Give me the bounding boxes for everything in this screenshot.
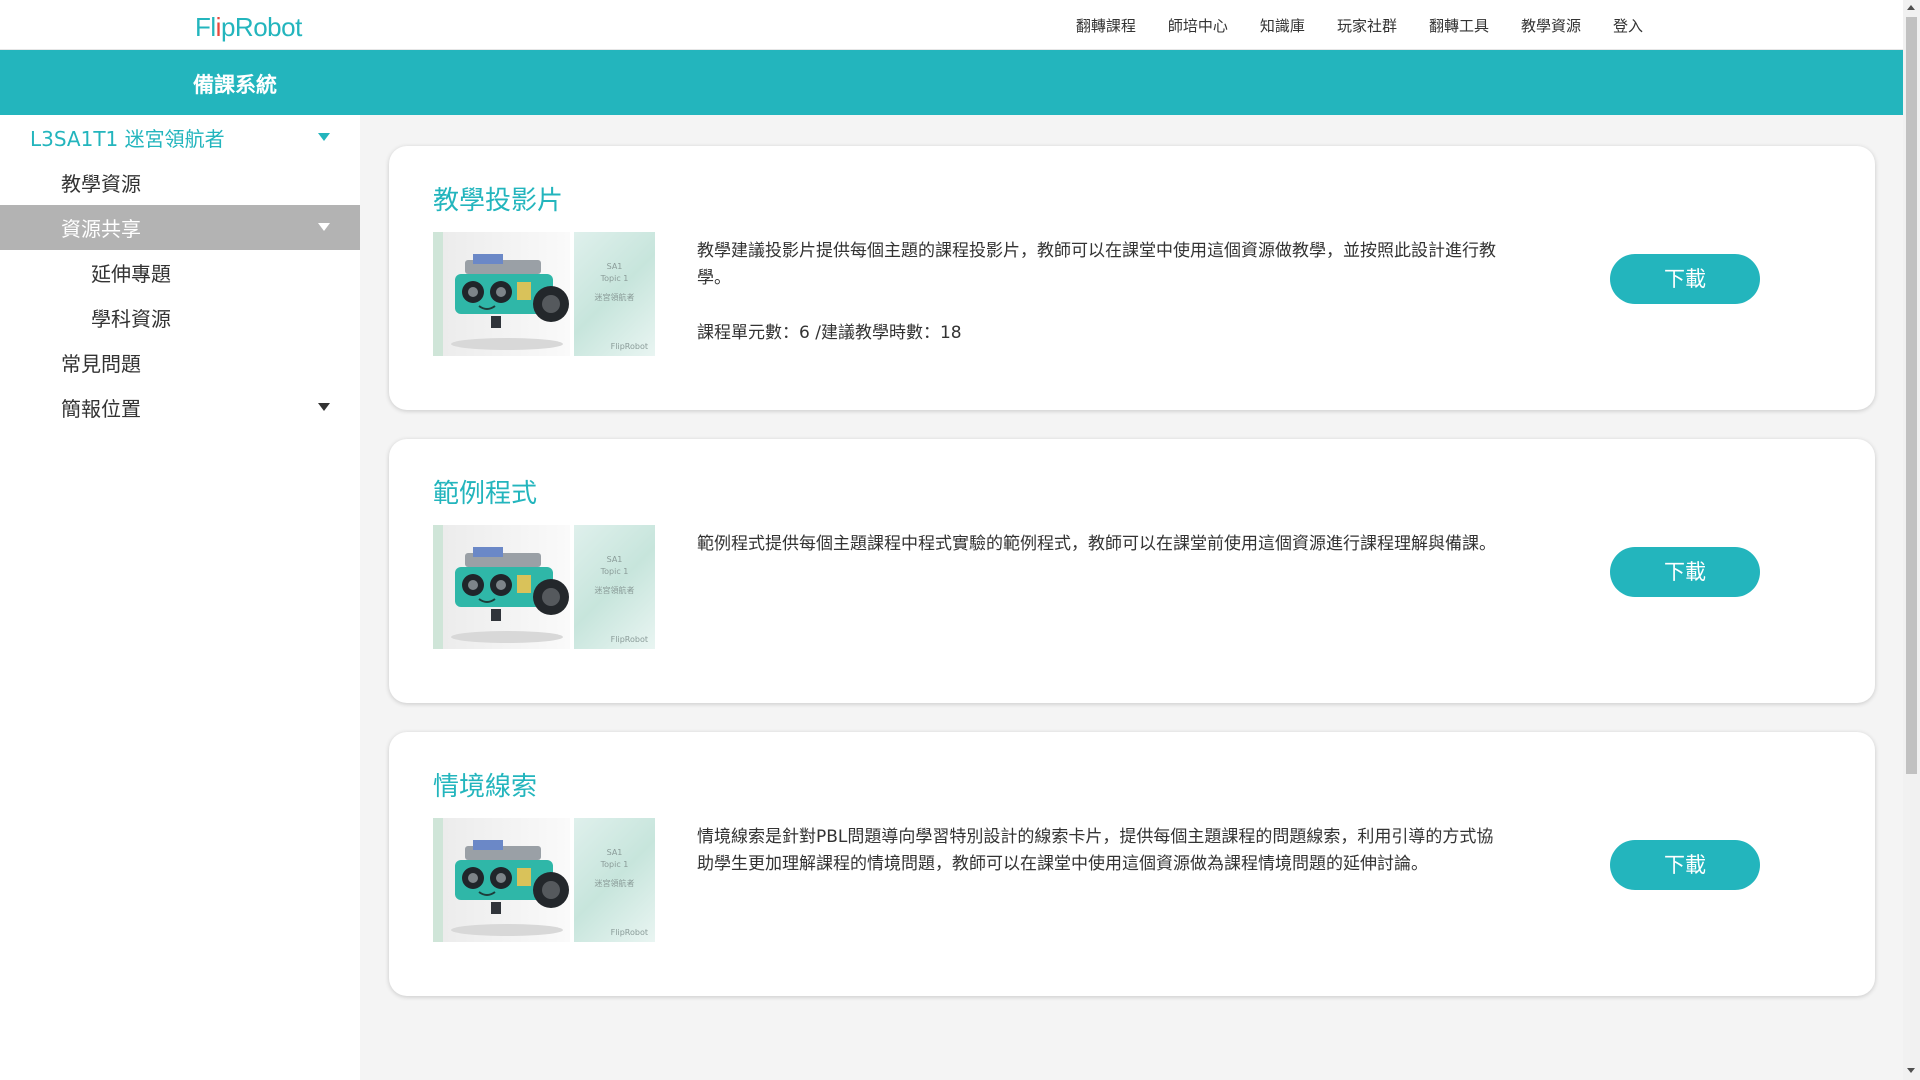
- nav-item-teaching-resources[interactable]: 教學資源: [1521, 15, 1581, 36]
- sidebar-item-label: 學科資源: [91, 307, 171, 331]
- nav-item-login[interactable]: 登入: [1613, 15, 1643, 36]
- card-thumbnail: SA1 Topic 1 迷宮領航者 FlipRobot: [433, 525, 655, 649]
- nav-menu: 翻轉課程 師培中心 知識庫 玩家社群 翻轉工具 教學資源 登入: [1044, 0, 1643, 50]
- course-cover-image: SA1 Topic 1 迷宮領航者 FlipRobot: [574, 818, 655, 942]
- resource-card-slides: 教學投影片 SA1 Topic 1 迷宮領航者 FlipRobot 教學建議投影…: [389, 146, 1875, 410]
- card-thumbnail: SA1 Topic 1 迷宮領航者 FlipRobot: [433, 818, 655, 942]
- sidebar-item-resource-sharing[interactable]: 資源共享: [0, 205, 360, 250]
- sidebar-item-label: L3SA1T1 迷宮領航者: [30, 127, 225, 151]
- course-cover-image: SA1 Topic 1 迷宮領航者 FlipRobot: [574, 232, 655, 356]
- nav-item-knowledge-base[interactable]: 知識庫: [1260, 15, 1305, 36]
- cover-title: 迷宮領航者: [594, 586, 635, 595]
- resource-card-sample-code: 範例程式 SA1 Topic 1 迷宮領航者 FlipRobot 範例程式提供每…: [389, 439, 1875, 703]
- scroll-down-arrow-icon[interactable]: [1907, 1068, 1915, 1073]
- sidebar-item-course[interactable]: L3SA1T1 迷宮領航者: [0, 115, 360, 160]
- robot-image: [433, 525, 570, 649]
- card-description: 情境線索是針對PBL問題導向學習特別設計的線索卡片，提供每個主題課程的問題線索，…: [697, 827, 1494, 874]
- cover-title: 迷宮領航者: [594, 879, 635, 888]
- cover-brand: FlipRobot: [610, 928, 648, 937]
- sidebar-item-label: 資源共享: [61, 217, 141, 241]
- sidebar-item-label: 常見問題: [61, 352, 141, 376]
- sidebar-item-label: 教學資源: [61, 172, 141, 196]
- download-button[interactable]: 下載: [1610, 840, 1760, 890]
- cover-topic: Topic 1: [600, 274, 629, 283]
- cover-brand: FlipRobot: [610, 342, 648, 351]
- course-cover-image: SA1 Topic 1 迷宮領航者 FlipRobot: [574, 525, 655, 649]
- card-description: 範例程式提供每個主題課程中程式實驗的範例程式，教師可以在課堂前使用這個資源進行課…: [697, 534, 1496, 554]
- sidebar-item-extension-projects[interactable]: 延伸專題: [0, 250, 360, 295]
- scrollbar-thumb[interactable]: [1906, 17, 1917, 774]
- resource-card-scenario-clues: 情境線索 SA1 Topic 1 迷宮領航者 FlipRobot 情境線索是針對…: [389, 732, 1875, 996]
- chevron-down-icon: [318, 133, 330, 141]
- sidebar-item-teaching-resources[interactable]: 教學資源: [0, 160, 360, 205]
- nav-item-flip-courses[interactable]: 翻轉課程: [1076, 15, 1136, 36]
- cover-title: 迷宮領航者: [594, 293, 635, 302]
- nav-item-teacher-training[interactable]: 師培中心: [1168, 15, 1228, 36]
- page-header-bar: 備課系統: [0, 50, 1903, 115]
- card-title: 範例程式: [433, 479, 538, 509]
- sidebar-item-label: 簡報位置: [61, 397, 141, 421]
- sidebar-item-slides-location[interactable]: 簡報位置: [0, 385, 360, 430]
- fliprobot-logo[interactable]: FlipRobot: [195, 12, 302, 43]
- cover-code: SA1: [606, 848, 623, 857]
- cover-topic: Topic 1: [600, 567, 629, 576]
- sidebar-item-label: 延伸專題: [91, 262, 171, 286]
- download-button[interactable]: 下載: [1610, 547, 1760, 597]
- sidebar-item-subject-resources[interactable]: 學科資源: [0, 295, 360, 340]
- chevron-down-icon: [318, 403, 330, 411]
- card-description: 教學建議投影片提供每個主題的課程投影片，教師可以在課堂中使用這個資源做教學，並按…: [697, 241, 1496, 288]
- page: FlipRobot 翻轉課程 師培中心 知識庫 玩家社群 翻轉工具 教學資源 登…: [0, 0, 1920, 1080]
- card-thumbnail: SA1 Topic 1 迷宮領航者 FlipRobot: [433, 232, 655, 356]
- card-title: 教學投影片: [433, 186, 564, 216]
- page-scrollbar[interactable]: [1903, 0, 1920, 1080]
- top-navbar: FlipRobot 翻轉課程 師培中心 知識庫 玩家社群 翻轉工具 教學資源 登…: [0, 0, 1903, 50]
- cover-code: SA1: [606, 262, 623, 271]
- robot-image: [433, 818, 570, 942]
- nav-item-tools[interactable]: 翻轉工具: [1429, 15, 1489, 36]
- cover-brand: FlipRobot: [610, 635, 648, 644]
- scroll-up-arrow-icon[interactable]: [1907, 5, 1915, 10]
- robot-image: [433, 232, 570, 356]
- sidebar: L3SA1T1 迷宮領航者 教學資源 資源共享 延伸專題 學科資源 常見問題 簡…: [0, 115, 360, 1080]
- nav-item-community[interactable]: 玩家社群: [1337, 15, 1397, 36]
- cover-code: SA1: [606, 555, 623, 564]
- sidebar-item-faq[interactable]: 常見問題: [0, 340, 360, 385]
- main-content: 教學投影片 SA1 Topic 1 迷宮領航者 FlipRobot 教學建議投影…: [360, 115, 1903, 1080]
- cover-topic: Topic 1: [600, 860, 629, 869]
- page-title: 備課系統: [193, 73, 277, 97]
- card-meta: 課程單元數：6 /建議教學時數：18: [697, 323, 962, 343]
- card-title: 情境線索: [433, 772, 538, 802]
- chevron-down-icon: [318, 223, 330, 231]
- download-button[interactable]: 下載: [1610, 254, 1760, 304]
